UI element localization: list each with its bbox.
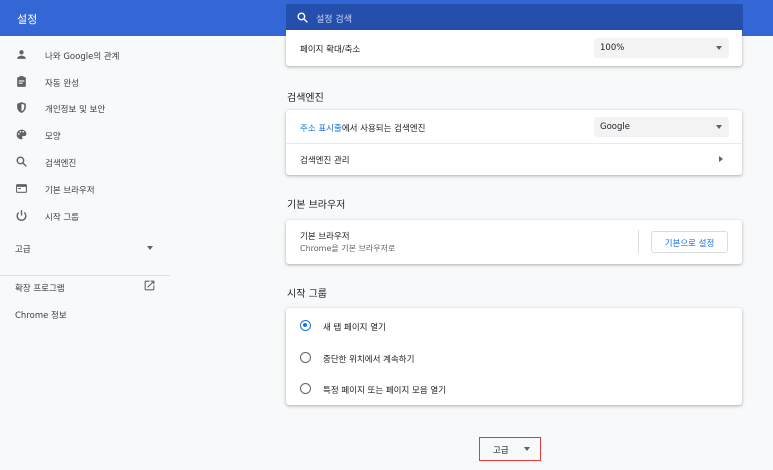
radio-button[interactable] <box>300 352 311 363</box>
manage-search-engines-row[interactable]: 검색엔진 관리 <box>286 144 742 175</box>
sidebar-item-label: Chrome 정보 <box>15 311 67 321</box>
advanced-button[interactable]: 고급 <box>479 437 541 461</box>
chevron-down-icon <box>524 447 530 451</box>
sidebar-item-autofill[interactable]: 자동 완성 <box>0 72 170 92</box>
make-default-button[interactable]: 기본으로 설정 <box>651 231 728 253</box>
sidebar-item-label: 기본 브라우저 <box>45 186 95 196</box>
address-bar-link[interactable]: 주소 표시줄 <box>300 124 342 134</box>
search-engine-description: 주소 표시줄에서 사용되는 검색엔진 <box>300 122 425 134</box>
sidebar-item-you-and-google[interactable]: 나와 Google의 관계 <box>0 45 170 65</box>
page-title: 설정 <box>17 13 38 26</box>
zoom-value: 100% <box>600 43 625 53</box>
search-engine-description-rest: 에서 사용되는 검색엔진 <box>341 124 426 134</box>
radio-button[interactable] <box>300 383 311 394</box>
search-engine-card: 주소 표시줄에서 사용되는 검색엔진 Google 검색엔진 관리 <box>286 110 742 175</box>
search-engine-row: 주소 표시줄에서 사용되는 검색엔진 Google <box>286 110 742 143</box>
startup-title: 시작 그룹 <box>287 289 327 300</box>
sidebar-item-extensions[interactable]: 확장 프로그램 <box>0 277 170 297</box>
startup-option-label: 중단한 위치에서 계속하기 <box>323 355 415 365</box>
startup-option-new-tab[interactable]: 새 탭 페이지 열기 <box>286 312 742 340</box>
manage-search-engines-label: 검색엔진 관리 <box>300 156 350 166</box>
search-engine-select[interactable]: Google <box>594 117 729 137</box>
person-icon <box>17 50 26 59</box>
chevron-right-icon <box>719 156 723 162</box>
sidebar-item-about[interactable]: Chrome 정보 <box>0 304 170 324</box>
startup-card: 새 탭 페이지 열기 중단한 위치에서 계속하기 특정 페이지 또는 페이지 모… <box>286 308 742 405</box>
zoom-label: 페이지 확대/축소 <box>300 45 361 55</box>
sidebar-divider <box>0 275 170 276</box>
chevron-down-icon <box>147 246 153 250</box>
default-browser-title: 기본 브라우저 <box>287 200 346 211</box>
radio-button-selected[interactable] <box>300 320 311 331</box>
sidebar-item-label: 나와 Google의 관계 <box>45 52 120 62</box>
make-default-button-label: 기본으로 설정 <box>664 239 715 249</box>
zoom-select[interactable]: 100% <box>594 38 729 58</box>
power-icon <box>16 210 27 221</box>
search-icon <box>16 156 27 167</box>
chevron-down-icon <box>716 125 722 129</box>
search-placeholder: 설정 검색 <box>316 15 352 25</box>
appearance-card: 페이지 확대/축소 100% <box>286 30 742 66</box>
search-icon <box>297 12 308 23</box>
open-in-new-icon <box>144 280 155 291</box>
browser-icon <box>16 184 27 193</box>
sidebar-item-appearance[interactable]: 모양 <box>0 125 170 145</box>
chevron-down-icon <box>716 46 722 50</box>
startup-option-specific-pages[interactable]: 특정 페이지 또는 페이지 모음 열기 <box>286 375 742 403</box>
sidebar-item-default-browser[interactable]: 기본 브라우저 <box>0 179 170 199</box>
startup-option-label: 새 탭 페이지 열기 <box>323 323 386 333</box>
sidebar-item-label: 개인정보 및 보안 <box>45 105 106 115</box>
sidebar: 나와 Google의 관계 자동 완성 개인정보 및 보안 모양 검색엔진 기본… <box>0 36 170 470</box>
sidebar-item-on-startup[interactable]: 시작 그룹 <box>0 206 170 226</box>
default-browser-sub: Chrome을 기본 브라우저로 <box>300 244 396 253</box>
vertical-separator <box>638 230 639 254</box>
default-browser-card: 기본 브라우저 Chrome을 기본 브라우저로 기본으로 설정 <box>286 220 742 264</box>
shield-icon <box>17 102 26 113</box>
sidebar-advanced-toggle[interactable]: 고급 <box>0 237 170 257</box>
sidebar-item-privacy[interactable]: 개인정보 및 보안 <box>0 98 170 118</box>
sidebar-item-label: 시작 그룹 <box>45 213 79 223</box>
startup-option-label: 특정 페이지 또는 페이지 모음 열기 <box>323 386 446 396</box>
default-browser-label: 기본 브라우저 <box>300 232 350 242</box>
palette-icon <box>16 129 27 140</box>
search-engine-value: Google <box>600 122 630 132</box>
clipboard-icon <box>17 76 26 87</box>
sidebar-item-label: 자동 완성 <box>45 79 79 89</box>
sidebar-advanced-label: 고급 <box>15 245 31 255</box>
advanced-button-label: 고급 <box>493 446 509 456</box>
search-input[interactable]: 설정 검색 <box>286 4 743 31</box>
sidebar-item-label: 확장 프로그램 <box>15 284 65 294</box>
sidebar-item-label: 모양 <box>45 132 61 142</box>
startup-option-continue[interactable]: 중단한 위치에서 계속하기 <box>286 344 742 372</box>
search-engine-title: 검색엔진 <box>287 93 324 104</box>
sidebar-item-label: 검색엔진 <box>45 159 77 169</box>
sidebar-item-search-engine[interactable]: 검색엔진 <box>0 152 170 172</box>
